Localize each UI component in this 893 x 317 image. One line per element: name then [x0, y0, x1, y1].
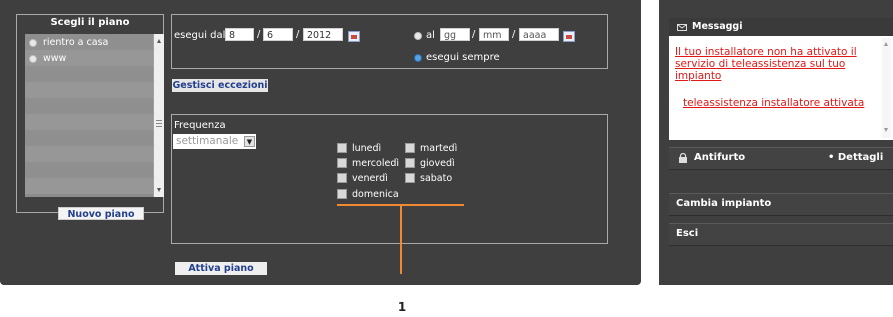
day-label: domenica [352, 188, 399, 200]
run-to-option[interactable]: al [414, 30, 435, 41]
plan-row [25, 82, 153, 98]
checkbox-icon[interactable] [337, 143, 347, 153]
manage-exceptions-button[interactable]: Gestisci eccezioni [172, 79, 268, 92]
day-checkbox[interactable]: sabato [405, 172, 452, 184]
activate-plan-button[interactable]: Attiva piano [175, 262, 267, 275]
day-label: martedì [420, 142, 458, 154]
date-separator: / [257, 29, 261, 40]
run-to-label: al [426, 30, 435, 41]
messages-scrollbar[interactable] [882, 38, 891, 138]
details-link[interactable]: • Dettagli [828, 152, 883, 163]
callout-number: 1 [397, 300, 407, 314]
day-label: mercoledì [352, 157, 399, 169]
scroll-up-arrow-icon [884, 42, 888, 46]
plan-row [25, 114, 153, 130]
plan-row [25, 130, 153, 146]
plan-row [25, 178, 153, 194]
radio-icon[interactable] [414, 31, 422, 40]
checkbox-icon[interactable] [405, 173, 415, 183]
plan-list-scrollbar[interactable] [153, 34, 164, 197]
exit-bar[interactable] [669, 223, 893, 246]
chevron-down-icon[interactable]: ▼ [244, 136, 255, 147]
from-day-field[interactable]: 8 [225, 28, 254, 41]
radio-icon[interactable] [29, 55, 37, 63]
scroll-up-arrow-icon [157, 39, 161, 43]
day-checkbox[interactable]: martedì [405, 142, 457, 154]
plan-row [25, 66, 153, 82]
checkbox-icon[interactable] [337, 158, 347, 168]
run-always-option[interactable]: esegui sempre [414, 52, 500, 63]
checkbox-icon[interactable] [405, 158, 415, 168]
plan-item[interactable]: www [29, 52, 66, 66]
antifurto-title: Antifurto [694, 152, 746, 163]
plan-row [25, 98, 153, 114]
messages-title: Messaggi [692, 21, 743, 32]
message-link[interactable]: teleassistenza installatore attivata [683, 97, 878, 109]
envelope-icon [677, 23, 687, 31]
day-label: sabato [420, 172, 453, 184]
checkbox-icon[interactable] [337, 189, 347, 199]
to-month-field[interactable]: mm [479, 28, 509, 41]
messages-header: Messaggi [669, 18, 893, 36]
calendar-icon[interactable] [563, 31, 575, 42]
day-checkbox[interactable]: mercoledì [337, 157, 399, 169]
run-always-label: esegui sempre [426, 52, 500, 63]
date-separator: / [512, 29, 516, 40]
scroll-down-arrow-icon [884, 128, 888, 132]
day-label: giovedì [420, 157, 455, 169]
plan-selector-title: Scegli il piano [50, 17, 130, 28]
plan-item[interactable]: rientro a casa [29, 36, 108, 50]
from-year-field[interactable]: 2012 [303, 28, 343, 41]
change-system-label[interactable]: Cambia impianto [676, 198, 771, 209]
date-separator: / [296, 29, 300, 40]
checkbox-icon[interactable] [405, 143, 415, 153]
day-checkbox[interactable]: venerdì [337, 172, 388, 184]
day-checkbox[interactable]: giovedì [405, 157, 455, 169]
day-label: venerdì [352, 172, 388, 184]
day-checkbox[interactable]: domenica [337, 188, 399, 200]
to-day-field[interactable]: gg [440, 28, 470, 41]
day-label: lunedì [352, 142, 382, 154]
plan-row [25, 146, 153, 162]
plan-item-label: rientro a casa [43, 37, 109, 48]
plan-selector: Scegli il piano rientro a casa www Nuovo… [16, 14, 164, 220]
new-plan-button[interactable]: Nuovo piano [58, 207, 144, 220]
checkbox-icon[interactable] [337, 173, 347, 183]
calendar-icon[interactable] [348, 31, 360, 42]
plan-item-label: www [43, 53, 67, 64]
day-checkbox[interactable]: lunedì [337, 142, 381, 154]
to-year-field[interactable]: aaaa [519, 28, 559, 41]
scroll-thumb-grip-icon [156, 120, 162, 121]
run-from-label: esegui dal [174, 30, 226, 41]
date-separator: / [472, 29, 476, 40]
frequency-label: Frequenza [174, 120, 226, 131]
antifurto-header: Antifurto [678, 152, 745, 163]
callout-line [400, 205, 402, 274]
lock-icon [678, 152, 688, 163]
scroll-down-arrow-icon [157, 188, 161, 192]
plan-row [25, 162, 153, 178]
exit-label[interactable]: Esci [676, 228, 698, 239]
plan-list[interactable]: rientro a casa www [25, 34, 164, 197]
radio-icon[interactable] [29, 39, 37, 47]
from-month-field[interactable]: 6 [263, 28, 293, 41]
message-link[interactable]: Il tuo installatore non ha attivato il s… [675, 46, 878, 82]
radio-selected-icon[interactable] [414, 53, 422, 62]
